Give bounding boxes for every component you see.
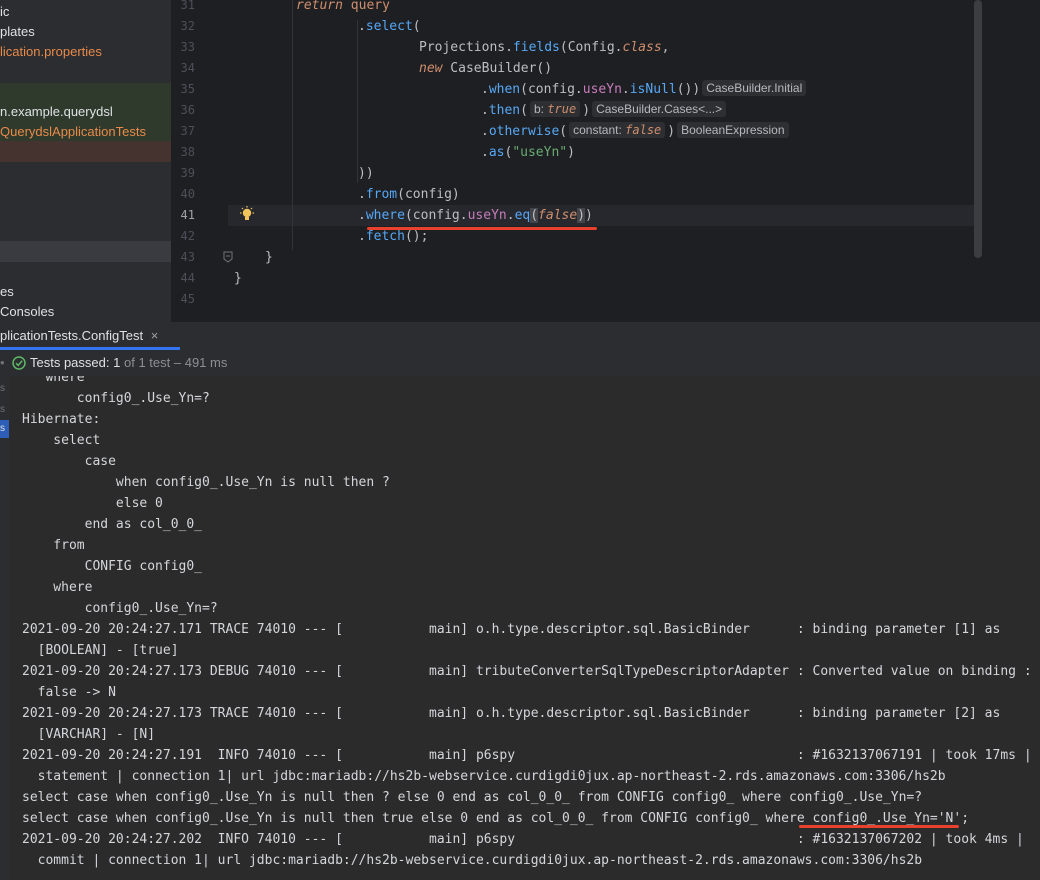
console-line: else 0 bbox=[22, 496, 171, 511]
status-prefix: Tests passed: bbox=[30, 355, 110, 370]
console-line: where bbox=[22, 580, 93, 595]
console-line: 2021-09-20 20:24:27.191 INFO 74010 --- [… bbox=[22, 748, 1032, 763]
tree-selected-row[interactable] bbox=[0, 241, 171, 262]
indent-guide bbox=[357, 20, 358, 183]
current-line-highlight bbox=[228, 205, 982, 226]
console-output[interactable]: where config0_.Use_Yn=? Hibernate: selec… bbox=[9, 376, 1040, 880]
status-time: 491 ms bbox=[184, 355, 228, 370]
status-count: 1 bbox=[113, 355, 121, 370]
console-line: select case when config0_.Use_Yn is null… bbox=[22, 790, 923, 805]
test-status-text: Tests passed: 1 of 1 test – 491 ms bbox=[30, 350, 227, 376]
annotation-underline-code bbox=[367, 227, 597, 230]
console-line: 2021-09-20 20:24:27.173 DEBUG 74010 --- … bbox=[22, 664, 1032, 679]
code-line-39: )) bbox=[358, 166, 374, 181]
line-number: 34 bbox=[180, 61, 195, 75]
tree-item-templates[interactable]: plates bbox=[0, 22, 35, 42]
console-line: select bbox=[22, 433, 101, 448]
console-line: config0_.Use_Yn=? bbox=[22, 391, 210, 406]
tree-item-consoles[interactable]: Consoles bbox=[0, 302, 54, 322]
console-line: when config0_.Use_Yn is null then ? bbox=[22, 475, 398, 490]
console-line: end as col_0_0_ bbox=[22, 517, 210, 532]
status-total: of 1 test bbox=[123, 355, 171, 370]
console-line: from bbox=[22, 538, 85, 553]
code-line-32: .select( bbox=[358, 19, 421, 34]
strip-item[interactable]: s bbox=[0, 381, 9, 397]
tree-highlight-red bbox=[0, 141, 171, 162]
line-number: 37 bbox=[180, 124, 195, 138]
line-number: 39 bbox=[180, 166, 195, 180]
console-line: commit | connection 1| url jdbc:mariadb:… bbox=[22, 853, 923, 868]
console-line: statement | connection 1| url jdbc:maria… bbox=[22, 769, 946, 784]
line-number: 45 bbox=[180, 292, 195, 306]
line-number-current: 41 bbox=[180, 208, 195, 222]
project-panel: ic plates lication.properties n.example.… bbox=[0, 0, 171, 322]
run-tool-tabbar: plicationTests.ConfigTest × bbox=[0, 322, 1040, 351]
test-status-bar: • Tests passed: 1 of 1 test – 491 ms bbox=[0, 350, 1040, 376]
code-line-40: .from(config) bbox=[358, 187, 460, 202]
type-hint-initial: CaseBuilder.Initial bbox=[702, 80, 807, 96]
param-hint-b: b: true bbox=[529, 101, 581, 117]
code-line-31: return query bbox=[296, 0, 390, 13]
line-number: 44 bbox=[180, 271, 195, 285]
close-icon[interactable]: × bbox=[151, 328, 159, 343]
type-hint-cases: CaseBuilder.Cases<...> bbox=[592, 101, 727, 117]
expand-dot-icon[interactable]: • bbox=[0, 350, 5, 376]
console-line: [VARCHAR] - [N] bbox=[22, 727, 156, 742]
check-circle-icon bbox=[12, 356, 26, 370]
console-line: case bbox=[22, 454, 124, 469]
type-hint-boolean-expression: BooleanExpression bbox=[677, 122, 789, 138]
console-line: 2021-09-20 20:24:27.173 TRACE 74010 --- … bbox=[22, 706, 1001, 721]
code-line-41: .where(config.useYn.eq(false)) bbox=[358, 208, 593, 223]
tree-item-test-class[interactable]: QuerydslApplicationTests bbox=[0, 122, 146, 142]
code-line-38: .as("useYn") bbox=[481, 145, 575, 160]
code-line-33: Projections.fields(Config.class, bbox=[419, 40, 670, 55]
line-number: 43 bbox=[180, 250, 195, 264]
console-line: [BOOLEAN] - [true] bbox=[22, 643, 179, 658]
console-line: where bbox=[22, 376, 85, 385]
line-number: 33 bbox=[180, 40, 195, 54]
strip-item[interactable]: s bbox=[0, 402, 9, 418]
code-line-44: } bbox=[234, 271, 242, 286]
console-line: CONFIG config0_ bbox=[22, 559, 210, 574]
console-line: 2021-09-20 20:24:27.171 TRACE 74010 --- … bbox=[22, 622, 1001, 637]
line-number: 31 bbox=[180, 0, 195, 12]
console-line: config0_.Use_Yn=? bbox=[22, 601, 218, 616]
tree-item-package[interactable]: n.example.querydsl bbox=[0, 102, 113, 122]
editor-scrollbar[interactable] bbox=[974, 0, 982, 258]
indent-guide bbox=[292, 0, 293, 250]
tree-item-application-properties[interactable]: lication.properties bbox=[0, 42, 102, 62]
line-number: 40 bbox=[180, 187, 195, 201]
tab-config-test[interactable]: plicationTests.ConfigTest × bbox=[0, 322, 166, 350]
strip-item-selected[interactable]: s bbox=[0, 420, 9, 438]
editor-gutter: 31 32 33 34 35 36 37 38 39 40 41 42 43 4… bbox=[171, 0, 254, 322]
console-line: 2021-09-20 20:24:27.202 INFO 74010 --- [… bbox=[22, 832, 1024, 847]
line-number: 42 bbox=[180, 229, 195, 243]
tree-item-scratches[interactable]: es bbox=[0, 282, 14, 302]
line-number: 35 bbox=[180, 82, 195, 96]
console-line: false -> N bbox=[22, 685, 116, 700]
annotation-underline-console bbox=[799, 825, 959, 828]
code-line-37: .otherwise(constant: false) BooleanExpres… bbox=[481, 121, 791, 142]
code-line-43: } bbox=[265, 250, 273, 265]
param-hint-constant: constant: false bbox=[569, 122, 666, 138]
status-dash: – bbox=[173, 355, 182, 370]
code-line-35: .when(config.useYn.isNull()) CaseBuilder.… bbox=[481, 79, 808, 100]
lightbulb-icon[interactable] bbox=[239, 206, 255, 224]
fold-marker-icon[interactable] bbox=[223, 251, 233, 263]
line-number: 36 bbox=[180, 103, 195, 117]
console-left-strip: s s s bbox=[0, 376, 9, 880]
tab-label: plicationTests.ConfigTest bbox=[0, 328, 144, 343]
line-number: 38 bbox=[180, 145, 195, 159]
line-number: 32 bbox=[180, 19, 195, 33]
code-line-34: new CaseBuilder() bbox=[419, 61, 553, 76]
console-line: Hibernate: bbox=[22, 412, 109, 427]
tree-item-static[interactable]: ic bbox=[0, 2, 9, 22]
code-editor[interactable]: 31 32 33 34 35 36 37 38 39 40 41 42 43 4… bbox=[171, 0, 1040, 322]
code-line-36: .then(b: true) CaseBuilder.Cases<...> bbox=[481, 100, 728, 121]
